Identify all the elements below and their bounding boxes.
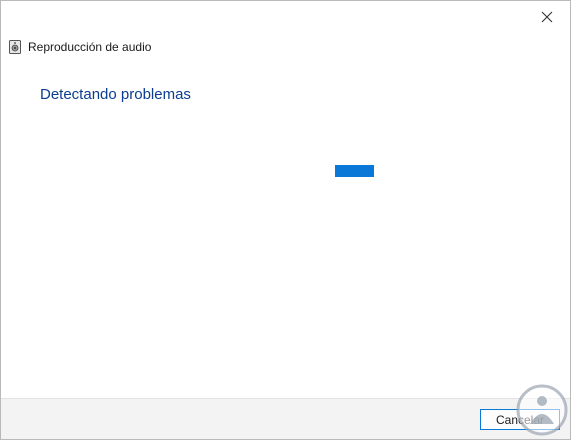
close-icon	[541, 11, 553, 23]
close-button[interactable]	[524, 1, 570, 33]
window-title-bar: Reproducción de audio	[8, 38, 151, 56]
page-heading: Detectando problemas	[40, 86, 191, 103]
troubleshooter-window: Reproducción de audio Detectando problem…	[0, 0, 571, 440]
solvetic-watermark-logo	[516, 384, 568, 436]
window-title: Reproducción de audio	[28, 40, 152, 54]
speaker-icon	[9, 40, 21, 54]
progress-indicator	[335, 165, 374, 177]
